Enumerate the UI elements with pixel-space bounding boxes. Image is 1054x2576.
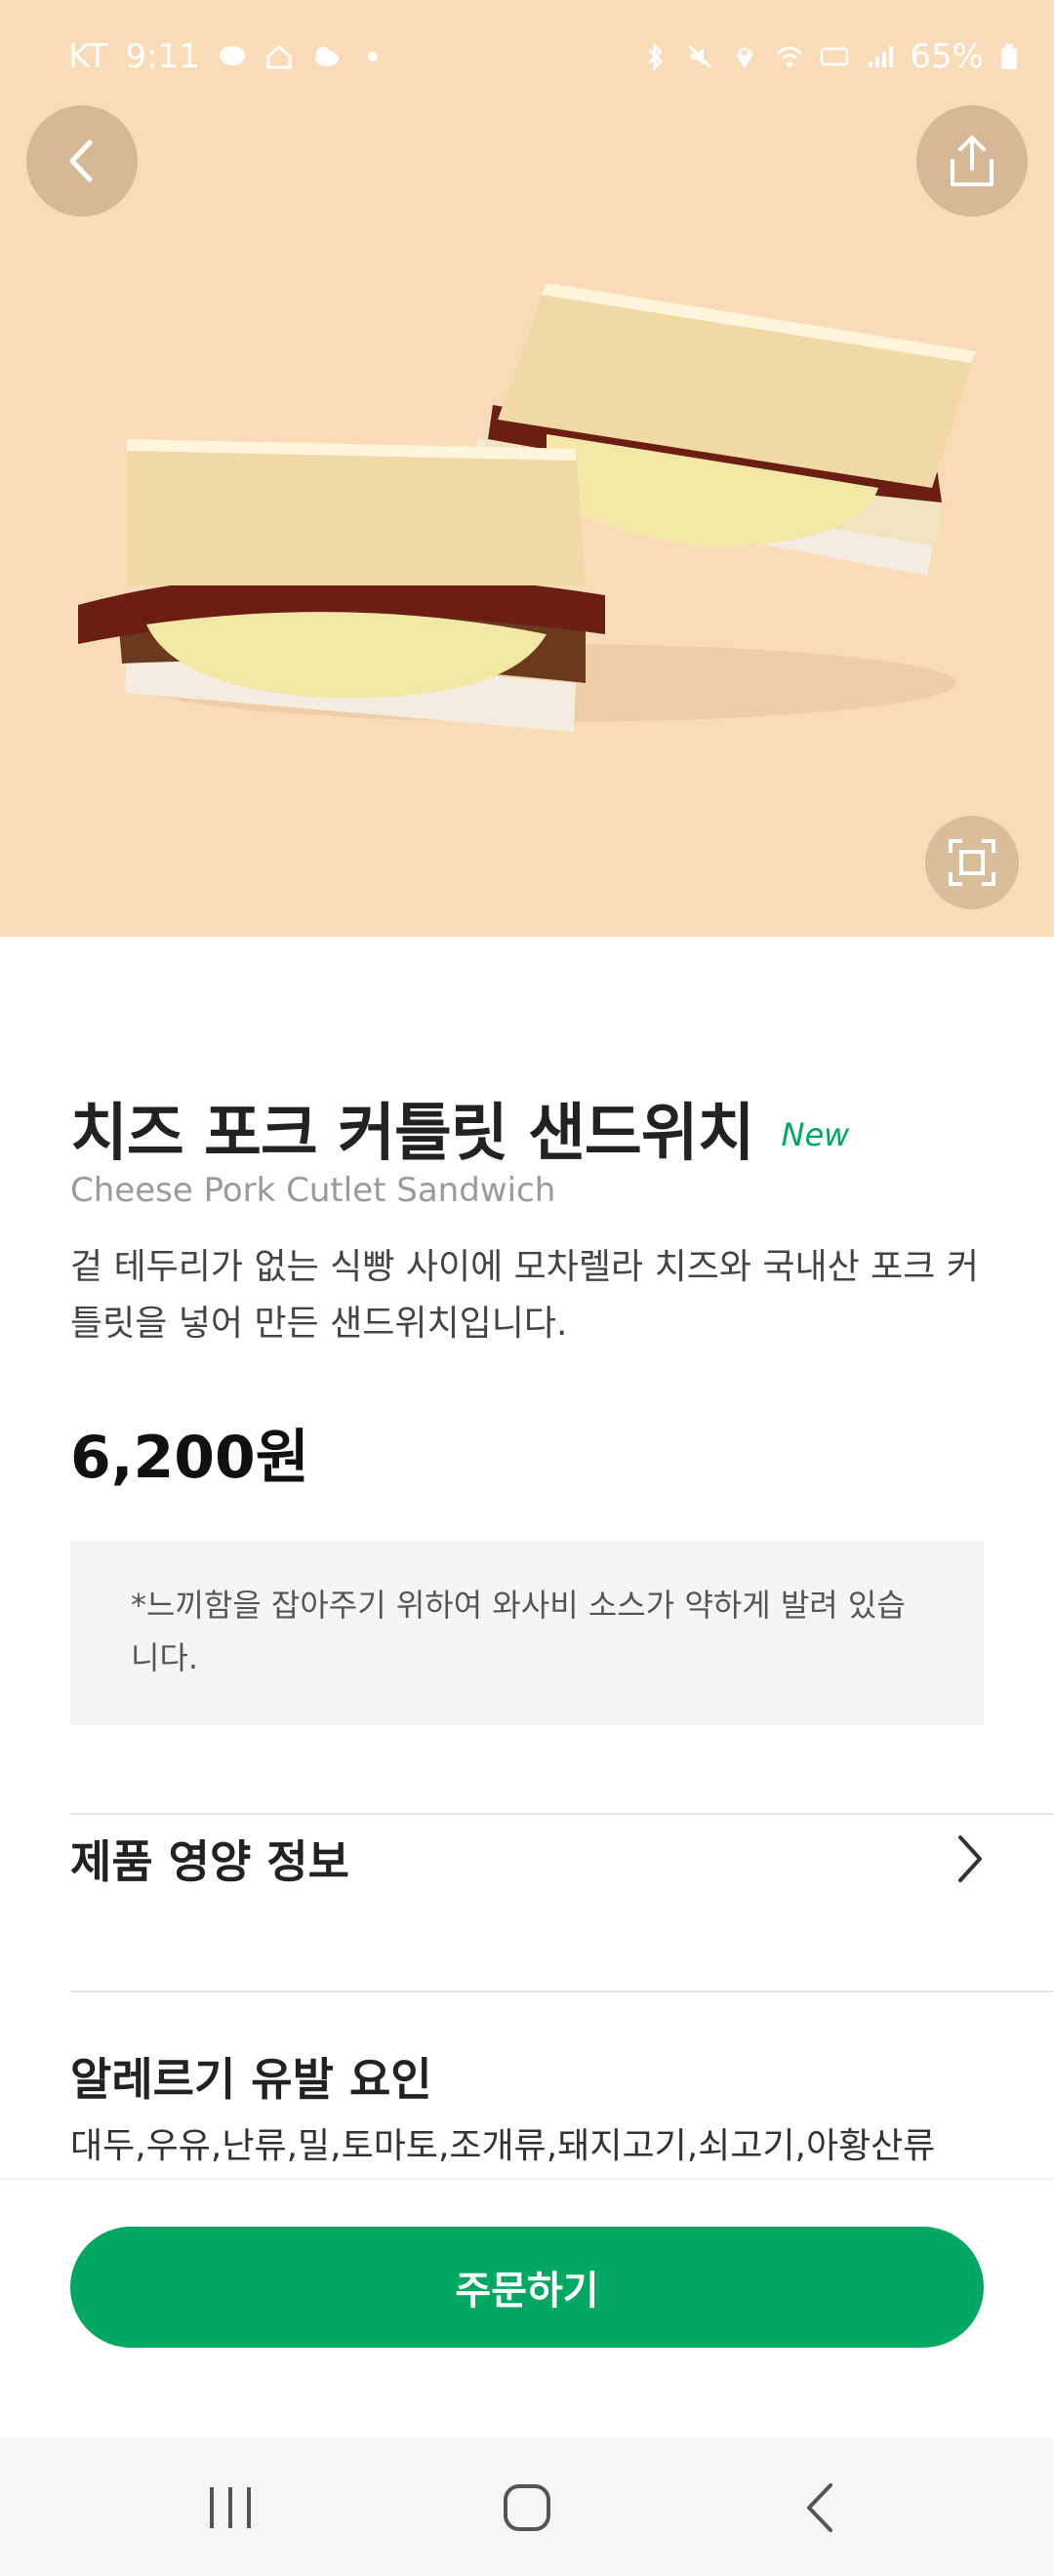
product-notice: *느끼함을 잡아주기 위하여 와사비 소스가 약하게 발려 있습니다.	[70, 1542, 984, 1725]
system-back-button[interactable]	[781, 2476, 859, 2539]
share-icon	[951, 136, 993, 186]
share-button[interactable]	[916, 105, 1028, 217]
battery-icon	[1001, 44, 1017, 69]
product-price: 6,200원	[70, 1424, 309, 1492]
product-title: 치즈 포크 커틀릿 샌드위치	[70, 1098, 755, 1170]
location-icon	[737, 48, 753, 69]
clock-label: 9:11	[125, 37, 200, 76]
home-circle-icon	[504, 2484, 550, 2531]
back-button[interactable]	[26, 105, 138, 217]
cloud-icon	[314, 47, 339, 66]
wifi-icon	[777, 46, 803, 67]
home-button[interactable]	[488, 2476, 566, 2539]
chevron-left-icon	[69, 140, 93, 182]
zoom-button[interactable]	[925, 816, 1019, 909]
bluetooth-icon	[648, 42, 664, 71]
home-icon	[266, 44, 292, 69]
nutrition-info-row[interactable]: 제품 영양 정보	[70, 1815, 984, 1903]
recent-apps-icon	[210, 2487, 251, 2528]
mute-icon	[688, 44, 712, 69]
status-bar: KT 9:11 65%	[0, 0, 1054, 115]
product-hero-image: KT 9:11 65%	[0, 0, 1054, 937]
product-english-name: Cheese Pork Cutlet Sandwich	[70, 1171, 556, 1210]
order-button[interactable]: 주문하기	[70, 2227, 984, 2348]
signal-icon	[869, 46, 894, 67]
recent-apps-button[interactable]	[191, 2476, 269, 2539]
product-description: 겉 테두리가 없는 식빵 사이에 모차렐라 치즈와 국내산 포크 커틀릿을 넣어…	[70, 1247, 979, 1344]
chevron-right-icon	[958, 1835, 982, 1882]
allergy-list: 대두,우유,난류,밀,토마토,조개류,돼지고기,쇠고기,아황산류	[70, 2126, 936, 2166]
order-bar: 주문하기	[0, 2178, 1054, 2439]
title-row: 치즈 포크 커틀릿 샌드위치 New	[70, 1083, 849, 1173]
chat-icon	[219, 46, 245, 65]
carrier-label: KT	[68, 37, 108, 76]
new-badge: New	[781, 1116, 850, 1153]
back-arrow-icon	[807, 2483, 832, 2532]
system-nav-bar	[0, 2437, 1054, 2576]
divider	[70, 1991, 1054, 1992]
dot-icon	[367, 52, 378, 61]
allergy-label: 알레르기 유발 요인	[70, 2053, 432, 2106]
sandwich-illustration	[78, 283, 976, 732]
expand-icon	[949, 839, 995, 886]
battery-percent: 65%	[910, 37, 984, 76]
hd-voice-icon	[821, 47, 849, 66]
nutrition-info-label: 제품 영양 정보	[70, 1835, 349, 1888]
